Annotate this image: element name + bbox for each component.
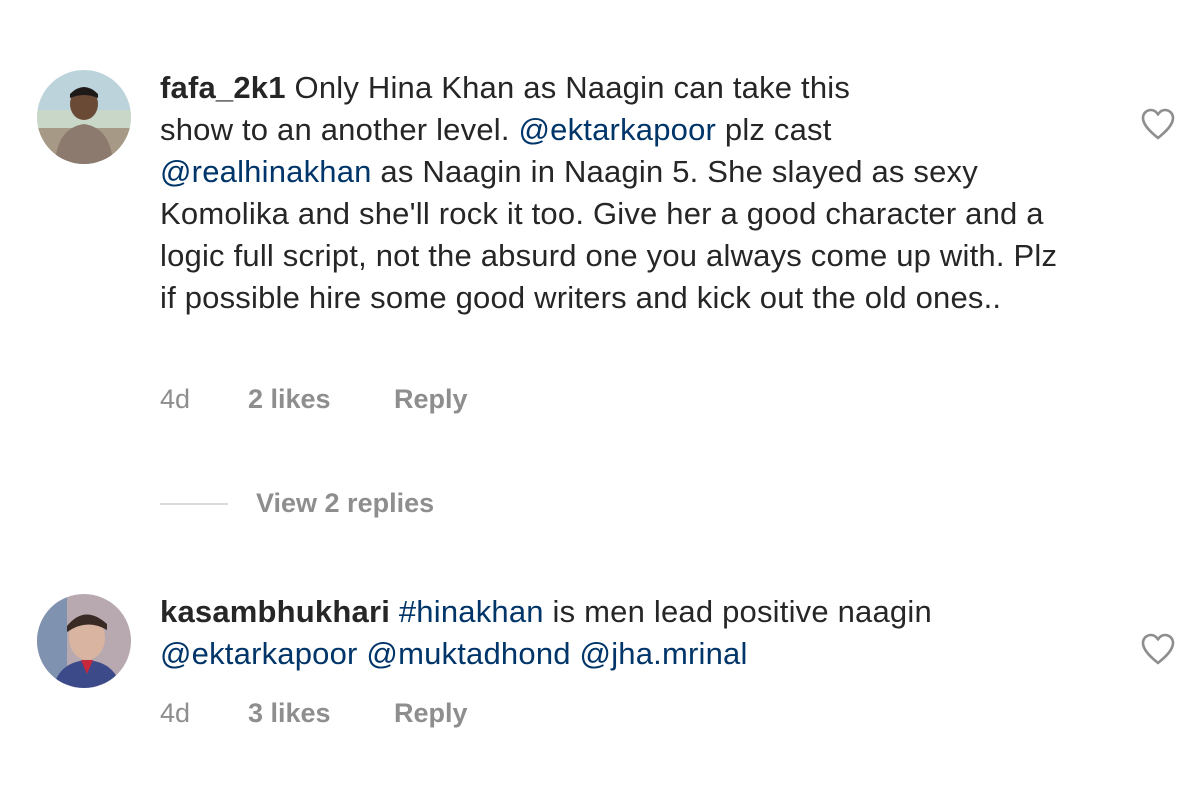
comment-text-segment	[571, 636, 580, 671]
view-replies-label: View 2 replies	[256, 488, 435, 518]
username-link[interactable]: kasambhukhari	[160, 594, 390, 629]
view-replies-button[interactable]: View 2 replies	[160, 488, 434, 519]
comment-text-segment: plz cast	[716, 112, 832, 147]
mention-link[interactable]: @muktadhond	[366, 636, 570, 671]
likes-count[interactable]: 3 likes	[248, 698, 394, 729]
reply-button[interactable]: Reply	[394, 698, 468, 729]
comment-text: kasambhukhari #hinakhan is men lead posi…	[160, 591, 1060, 675]
likes-count[interactable]: 2 likes	[248, 384, 394, 415]
username-link[interactable]: fafa_2k1	[160, 70, 286, 105]
avatar[interactable]	[37, 594, 131, 688]
comment-text-segment: is men lead positive naagin	[543, 594, 932, 629]
heart-outline-icon[interactable]	[1140, 107, 1176, 141]
mention-link[interactable]: @ektarkapoor	[518, 112, 716, 147]
comment-text-segment: show to an another level.	[160, 112, 519, 147]
timestamp: 4d	[160, 384, 191, 414]
timestamp: 4d	[160, 698, 191, 728]
heart-outline-icon[interactable]	[1140, 632, 1176, 666]
mention-link[interactable]: @jha.mrinal	[580, 636, 748, 671]
mention-link[interactable]: @realhinakhan	[160, 154, 372, 189]
comment-text-segment: Only Hina Khan as Naagin can take this	[285, 70, 851, 105]
comment-meta: 4d 3 likes Reply	[160, 698, 468, 729]
comment-meta: 4d 2 likes Reply	[160, 384, 468, 415]
comment-text-segment	[390, 594, 399, 629]
reply-button[interactable]: Reply	[394, 384, 468, 415]
mention-link[interactable]: @ektarkapoor	[160, 636, 358, 671]
avatar[interactable]	[37, 70, 131, 164]
avatar-photo-icon	[37, 594, 131, 688]
comment-text: fafa_2k1 Only Hina Khan as Naagin can ta…	[160, 67, 1060, 319]
avatar-photo-icon	[37, 70, 131, 164]
divider-line	[160, 502, 228, 505]
hashtag-link[interactable]: #hinakhan	[399, 594, 544, 629]
